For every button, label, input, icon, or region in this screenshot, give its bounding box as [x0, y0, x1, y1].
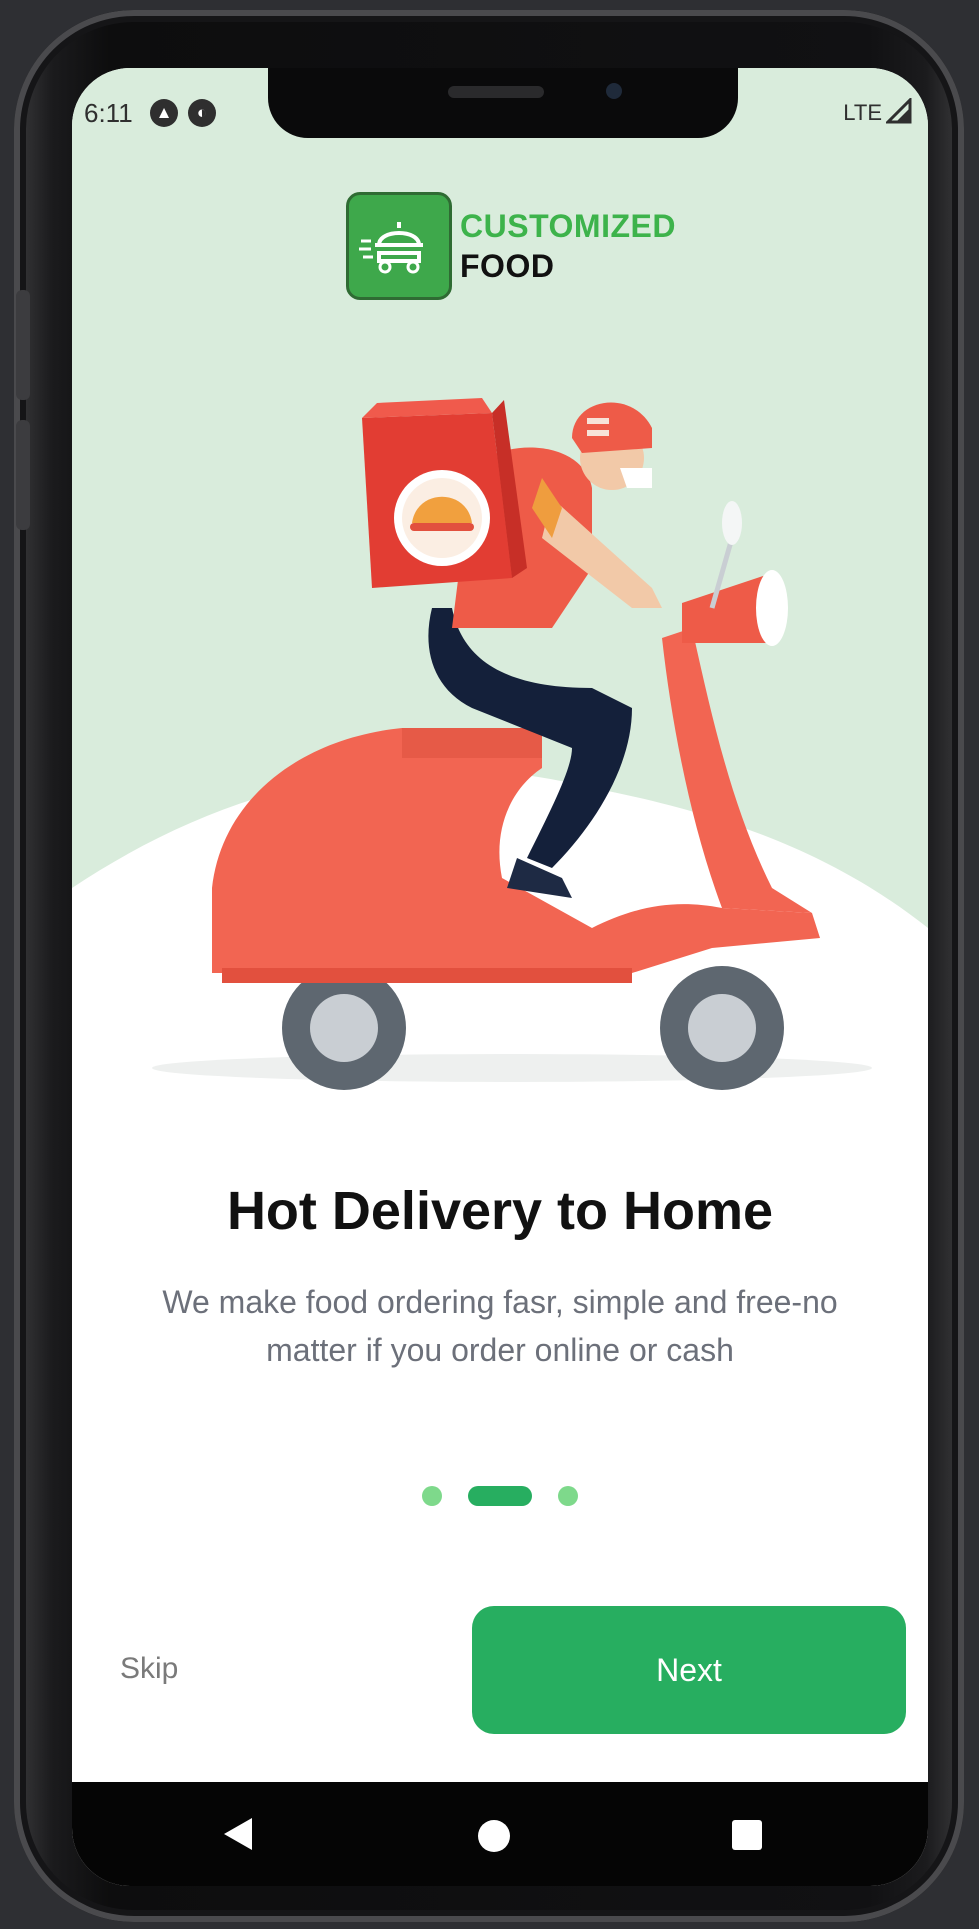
brand-name-line1: CUSTOMIZED — [460, 208, 676, 244]
phone-screen: 6:11 ▲ ◐ LTE CUSTOMIZED FOOD Hot Deliver… — [72, 68, 928, 1886]
home-icon[interactable] — [478, 1820, 510, 1852]
skip-button[interactable]: Skip — [120, 1652, 178, 1686]
camera-notch — [268, 68, 738, 138]
recents-icon[interactable] — [732, 1820, 762, 1850]
next-button[interactable]: Next — [472, 1606, 906, 1734]
signal-icon — [886, 98, 912, 124]
next-button-label: Next — [656, 1651, 722, 1688]
status-time: 6:11 — [84, 98, 133, 128]
page-indicator — [72, 1486, 928, 1506]
volume-down-button — [16, 420, 30, 530]
onboarding-subtitle: We make food ordering fasr, simple and f… — [162, 1284, 838, 1368]
system-navigation-bar — [72, 1782, 928, 1886]
app-logo — [346, 192, 452, 300]
page-dot-2-active[interactable] — [468, 1486, 532, 1506]
volume-up-button — [16, 290, 30, 400]
back-icon[interactable] — [222, 1816, 254, 1852]
network-type: LTE — [843, 100, 882, 125]
delivery-scooter-icon — [359, 222, 423, 274]
page-dot-1[interactable] — [422, 1486, 442, 1506]
brand-name-line2: FOOD — [460, 248, 555, 284]
page-dot-3[interactable] — [558, 1486, 578, 1506]
front-camera — [606, 83, 622, 99]
speaker — [448, 86, 544, 98]
onboarding-title: Hot Delivery to Home — [226, 1181, 774, 1241]
p-notification-icon: ◐ — [188, 99, 216, 127]
a-notification-icon: ▲ — [150, 99, 178, 127]
